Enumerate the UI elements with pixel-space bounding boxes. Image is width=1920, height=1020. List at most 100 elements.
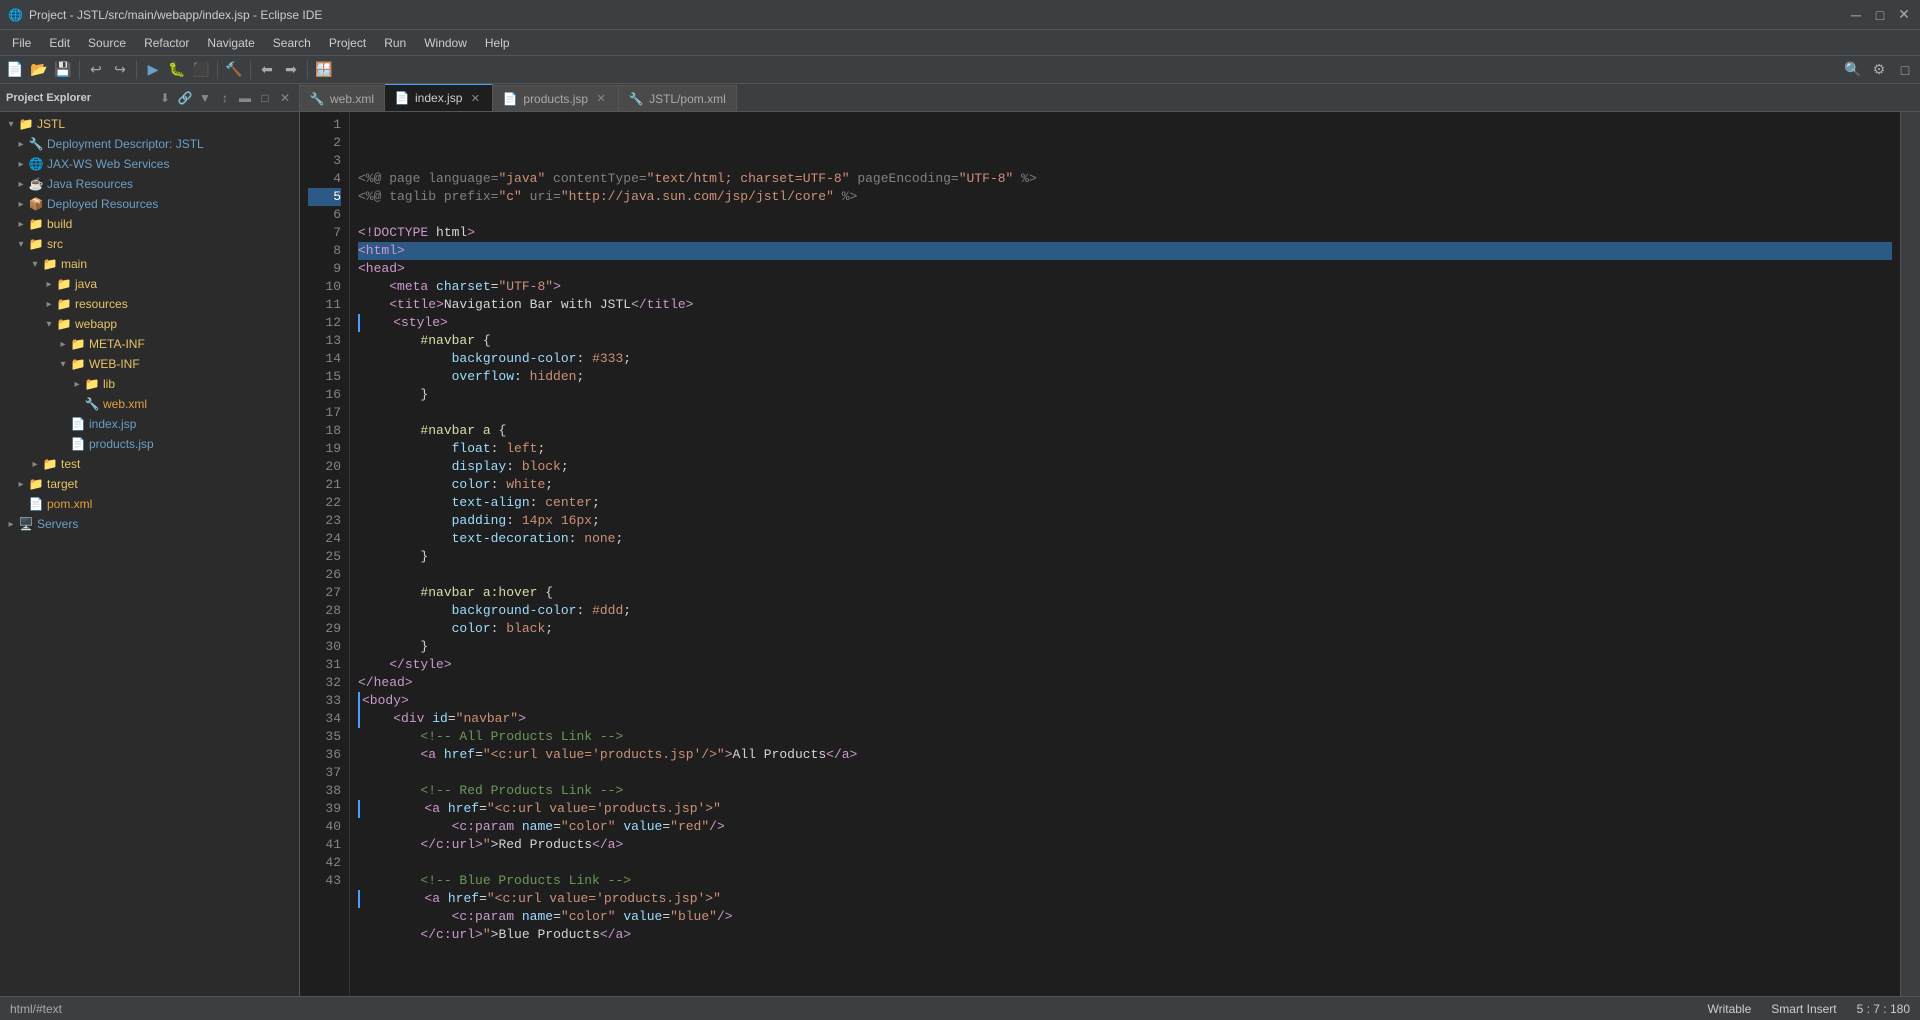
debug-button[interactable]: 🐛 [166,59,188,81]
tree-item[interactable]: ▸📁target [0,474,299,494]
tab-index-jsp[interactable]: 📄 index.jsp ✕ [385,84,493,111]
menu-help[interactable]: Help [477,34,518,52]
tree-arrow-icon [56,417,70,431]
redo-button[interactable]: ↪ [109,59,131,81]
title-bar-controls[interactable]: ─ □ ✕ [1848,7,1912,23]
tree-item[interactable]: ▸📁resources [0,294,299,314]
tree-arrow-icon: ▾ [28,257,42,271]
tree-node-label: src [47,237,63,251]
tree-item[interactable]: ▸📁java [0,274,299,294]
tree-node-icon: 🔧 [84,396,100,412]
tree-item[interactable]: ▾📁src [0,234,299,254]
tree-node-label: build [47,217,72,231]
tab-products-jsp[interactable]: 📄 products.jsp ✕ [493,85,619,111]
minimize-button[interactable]: ─ [1848,7,1864,23]
project-explorer: Project Explorer ⬇ 🔗 ▼ ↕ ▬ □ ✕ ▾📁JSTL▸🔧D… [0,84,300,996]
settings-icon[interactable]: ⚙ [1868,59,1890,81]
perspective-button[interactable]: 🪟 [313,59,335,81]
line-number: 29 [308,620,341,638]
stop-button[interactable]: ⬛ [190,59,212,81]
tree-item[interactable]: ▸🖥️Servers [0,514,299,534]
close-view-icon[interactable]: ✕ [277,90,293,106]
tree-item[interactable]: ▸📁test [0,454,299,474]
tree-node-icon: 📁 [18,116,34,132]
tab-web-xml[interactable]: 🔧 web.xml [300,85,385,111]
maximize-button[interactable]: □ [1872,7,1888,23]
open-button[interactable]: 📂 [28,59,50,81]
menu-bar: File Edit Source Refactor Navigate Searc… [0,30,1920,56]
tree-item[interactable]: ▾📁webapp [0,314,299,334]
tree-item[interactable]: 📄pom.xml [0,494,299,514]
tree-arrow-icon: ▾ [42,317,56,331]
code-line: <title>Navigation Bar with JSTL</title> [358,296,1892,314]
tree-item[interactable]: 📄index.jsp [0,414,299,434]
code-line: <%@ taglib prefix="c" uri="http://java.s… [358,188,1892,206]
tree-item[interactable]: ▾📁main [0,254,299,274]
filter-icon[interactable]: ▼ [197,90,213,106]
tree-arrow-icon [56,437,70,451]
tree-item[interactable]: ▾📁WEB-INF [0,354,299,374]
code-line: } [358,638,1892,656]
toolbar-sep-2 [136,61,137,79]
code-line [358,854,1892,872]
tree-item[interactable]: 🔧web.xml [0,394,299,414]
tree-node-icon: 🖥️ [18,516,34,532]
line-number: 5 [308,188,341,206]
tab-products-jsp-close[interactable]: ✕ [594,92,608,106]
maximize-view-icon[interactable]: □ [257,90,273,106]
line-number: 12 [308,314,341,332]
tree-item[interactable]: ▸☕Java Resources [0,174,299,194]
tree-node-icon: 📁 [56,276,72,292]
tab-jstl-pom-xml[interactable]: 🔧 JSTL/pom.xml [619,85,737,111]
collapse-all-icon[interactable]: ⬇ [157,90,173,106]
products-jsp-file-icon: 📄 [503,92,517,106]
save-button[interactable]: 💾 [52,59,74,81]
menu-window[interactable]: Window [416,34,475,52]
run-button[interactable]: ▶ [142,59,164,81]
menu-source[interactable]: Source [80,34,134,52]
index-jsp-file-icon: 📄 [395,91,409,105]
tree-node-label: Deployment Descriptor: JSTL [47,137,204,151]
tree-arrow-icon: ▸ [14,177,28,191]
code-line: <%@ page language="java" contentType="te… [358,170,1892,188]
minimize-view-icon[interactable]: ▬ [237,90,253,106]
link-with-editor-icon[interactable]: 🔗 [177,90,193,106]
line-number: 9 [308,260,341,278]
close-button[interactable]: ✕ [1896,7,1912,23]
tree-item[interactable]: ▸📁build [0,214,299,234]
menu-project[interactable]: Project [321,34,374,52]
code-content[interactable]: <%@ page language="java" contentType="te… [350,112,1900,996]
tree-item[interactable]: ▾📁JSTL [0,114,299,134]
menu-run[interactable]: Run [376,34,414,52]
overview-ruler [1900,112,1920,996]
line-number: 10 [308,278,341,296]
tree-node-label: JAX-WS Web Services [47,157,169,171]
line-number: 33 [308,692,341,710]
tree-item[interactable]: ▸🌐JAX-WS Web Services [0,154,299,174]
undo-button[interactable]: ↩ [85,59,107,81]
tree-item[interactable]: ▸📁META-INF [0,334,299,354]
menu-edit[interactable]: Edit [41,34,78,52]
project-tree: ▾📁JSTL▸🔧Deployment Descriptor: JSTL▸🌐JAX… [0,112,299,996]
toolbar-sep-3 [217,61,218,79]
menu-refactor[interactable]: Refactor [136,34,197,52]
tree-item[interactable]: ▸📁lib [0,374,299,394]
tree-arrow-icon: ▸ [14,217,28,231]
menu-navigate[interactable]: Navigate [199,34,262,52]
tree-item[interactable]: ▸🔧Deployment Descriptor: JSTL [0,134,299,154]
tree-item[interactable]: ▸📦Deployed Resources [0,194,299,214]
new-button[interactable]: 📄 [4,59,26,81]
menu-search[interactable]: Search [265,34,319,52]
tab-index-jsp-close[interactable]: ✕ [468,91,482,105]
panel-icon[interactable]: □ [1894,59,1916,81]
next-edit-button[interactable]: ➡ [280,59,302,81]
code-line: <div id="navbar"> [358,710,1892,728]
tree-node-label: java [75,277,97,291]
menu-file[interactable]: File [4,34,39,52]
tree-node-label: target [47,477,78,491]
prev-edit-button[interactable]: ⬅ [256,59,278,81]
build-button[interactable]: 🔨 [223,59,245,81]
sync-icon[interactable]: ↕ [217,90,233,106]
tree-item[interactable]: 📄products.jsp [0,434,299,454]
search-toolbar-icon[interactable]: 🔍 [1842,59,1864,81]
